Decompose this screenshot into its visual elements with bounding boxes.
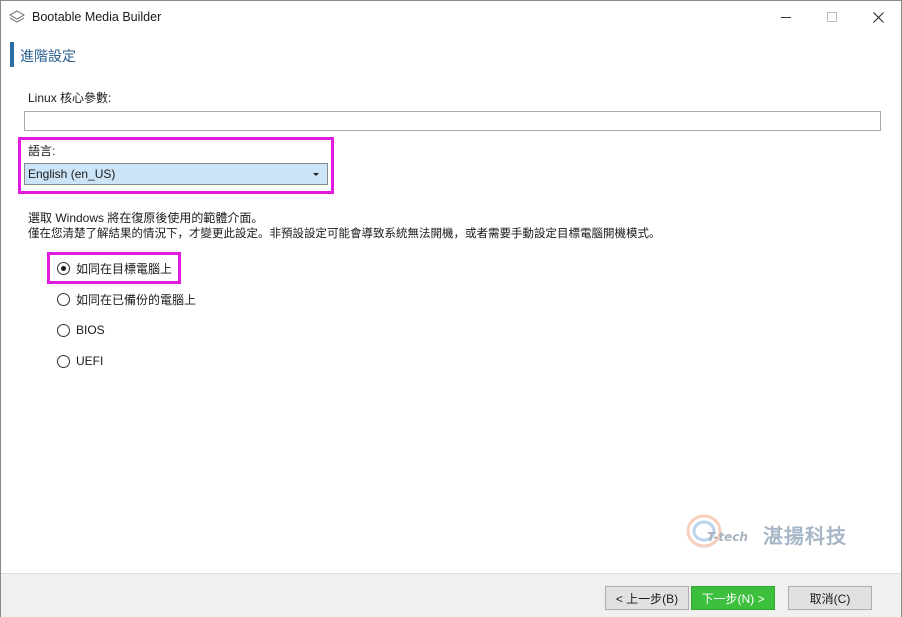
language-select-value: English (en_US) [28,167,116,181]
minimize-icon [781,16,791,18]
watermark-brand-text: 湛揚科技 [763,524,847,548]
maximize-button[interactable] [809,1,855,33]
close-button[interactable] [855,1,901,33]
radio-option-bios[interactable]: BIOS [57,322,105,338]
language-select[interactable]: English (en_US) [24,163,328,185]
radio-option-target-machine[interactable]: 如同在目標電腦上 [57,260,172,276]
language-label: 語言: [28,144,56,158]
radio-label: BIOS [76,323,105,337]
close-icon [872,11,884,23]
layers-icon [9,10,25,23]
kernel-params-label: Linux 核心參數: [28,91,112,105]
chevron-down-icon [313,173,319,176]
cancel-button[interactable]: 取消(C) [788,586,872,610]
next-button[interactable]: 下一步(N) > [691,586,775,610]
bootable-media-builder-window: Bootable Media Builder 進階設定 Linux 核心參數: … [0,0,902,617]
radio-button[interactable] [57,292,70,306]
radio-button[interactable] [57,354,70,368]
window-title: Bootable Media Builder [32,10,162,24]
section-title: 進階設定 [20,48,76,64]
section-accent-bar [10,42,14,67]
minimize-button[interactable] [763,1,809,33]
back-button[interactable]: < 上一步(B) [605,586,689,610]
maximize-icon [827,12,837,22]
kernel-params-input[interactable] [24,111,881,131]
radio-button-checked[interactable] [57,261,70,275]
radio-label: UEFI [76,354,104,368]
radio-option-backed-up-machine[interactable]: 如同在已備份的電腦上 [57,291,196,307]
windows-mode-description: 選取 Windows 將在復原後使用的範體介面。 [28,211,264,225]
watermark: T-tech 湛揚科技 [684,512,874,552]
radio-label: 如同在已備份的電腦上 [76,292,197,307]
radio-label: 如同在目標電腦上 [76,261,173,276]
radio-option-uefi[interactable]: UEFI [57,353,103,369]
radio-button[interactable] [57,323,70,337]
watermark-tech-text: T-tech [707,530,748,544]
windows-mode-warning: 僅在您清楚了解結果的情況下，才變更此設定。非預設設定可能會導致系統無法開機，或者… [28,228,661,240]
title-bar: Bootable Media Builder [1,1,901,33]
footer-bar: < 上一步(B) 下一步(N) > 取消(C) [1,573,901,617]
